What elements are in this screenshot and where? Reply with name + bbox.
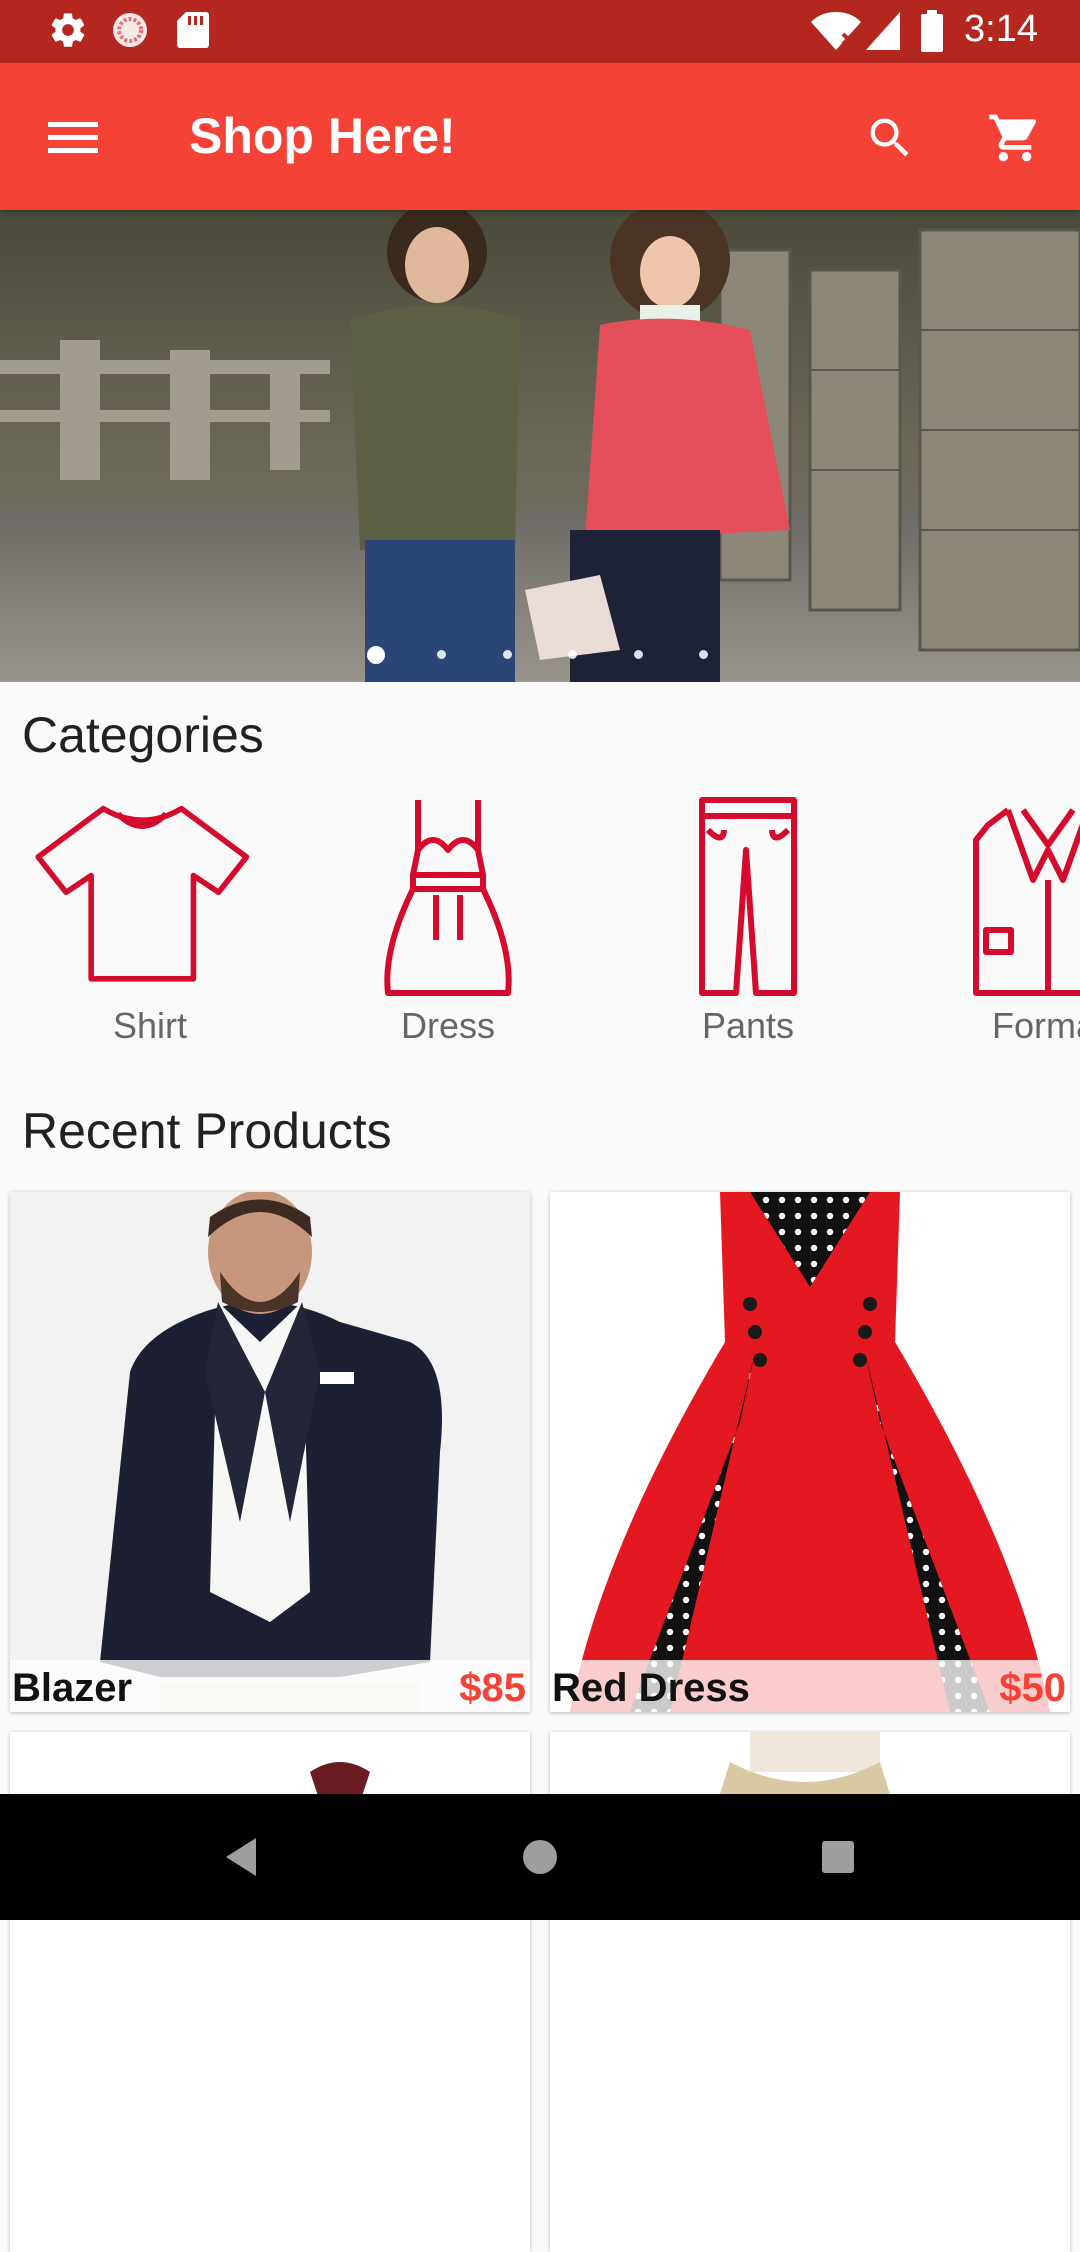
product-image xyxy=(550,1192,1070,1712)
wifi-icon xyxy=(810,10,862,57)
back-icon xyxy=(226,1838,256,1876)
menu-icon xyxy=(48,122,98,153)
categories-heading: Categories xyxy=(22,707,264,763)
dress-icon xyxy=(384,800,512,996)
carousel-dot[interactable] xyxy=(634,650,643,659)
search-button[interactable] xyxy=(855,103,925,173)
signal-icon xyxy=(864,10,902,57)
pants-icon xyxy=(699,797,797,996)
carousel-dot[interactable] xyxy=(699,650,708,659)
cart-icon xyxy=(989,114,1037,162)
carousel-dot[interactable] xyxy=(503,650,512,659)
categories-list[interactable]: Shirt Dress Pants Form xyxy=(0,790,1080,1060)
back-button[interactable] xyxy=(222,1834,262,1885)
banner-image xyxy=(0,210,1080,682)
home-icon xyxy=(523,1840,557,1874)
shirt-icon xyxy=(35,805,250,982)
category-formal[interactable]: Formal xyxy=(928,790,1080,1050)
recents-button[interactable] xyxy=(820,1834,856,1885)
search-icon xyxy=(870,118,909,157)
category-label: Formal xyxy=(991,1005,1080,1046)
menu-button[interactable] xyxy=(38,103,108,173)
product-name: Red Dress xyxy=(552,1666,750,1710)
carousel-dot[interactable] xyxy=(437,650,446,659)
carousel-dot[interactable] xyxy=(568,650,577,659)
category-label: Dress xyxy=(400,1005,495,1046)
product-card-red-dress[interactable]: Red Dress $50 xyxy=(550,1192,1070,1712)
product-caption: Blazer $85 xyxy=(10,1660,530,1712)
sd-card-icon xyxy=(176,10,210,55)
category-label: Pants xyxy=(701,1005,795,1046)
status-bar: 3:14 xyxy=(0,0,1080,63)
category-shirt[interactable]: Shirt xyxy=(30,790,270,1050)
app-title: Shop Here! xyxy=(189,108,456,164)
battery-icon xyxy=(920,10,944,57)
product-image xyxy=(10,1192,530,1712)
home-button[interactable] xyxy=(518,1834,562,1885)
product-price: $85 xyxy=(459,1666,526,1710)
category-dress[interactable]: Dress xyxy=(328,790,568,1050)
app-bar: Shop Here! xyxy=(0,63,1080,210)
recent-products-heading: Recent Products xyxy=(22,1103,392,1159)
category-pants[interactable]: Pants xyxy=(628,790,868,1050)
banner-carousel[interactable] xyxy=(0,210,1080,682)
product-card-blazer[interactable]: Blazer $85 xyxy=(10,1192,530,1712)
sync-icon xyxy=(110,10,150,55)
blazer-icon xyxy=(973,807,1080,996)
product-name: Blazer xyxy=(12,1666,133,1710)
carousel-indicators xyxy=(0,644,1080,668)
settings-icon xyxy=(48,10,88,55)
category-label: Shirt xyxy=(112,1005,188,1046)
clock: 3:14 xyxy=(964,8,1038,50)
carousel-dot[interactable] xyxy=(367,646,385,664)
product-price: $50 xyxy=(999,1666,1066,1710)
cart-button[interactable] xyxy=(980,103,1050,173)
system-nav-bar xyxy=(0,1794,1080,1920)
product-caption: Red Dress $50 xyxy=(550,1660,1070,1712)
recents-icon xyxy=(822,1841,854,1873)
